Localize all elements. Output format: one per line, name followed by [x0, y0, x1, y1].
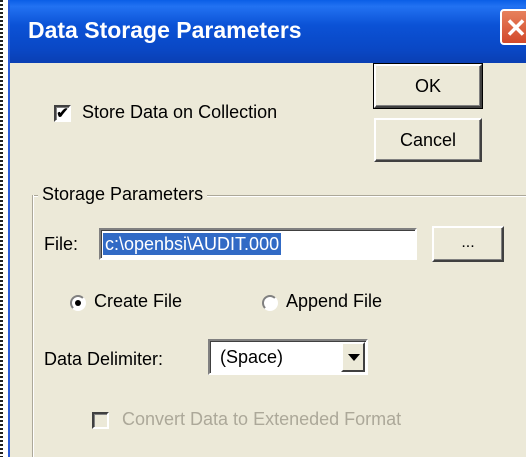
store-data-label: Store Data on Collection: [82, 102, 278, 122]
radio-selected-dot: [75, 300, 81, 306]
convert-format-checkbox: [92, 412, 109, 429]
cancel-button[interactable]: Cancel: [374, 118, 482, 162]
data-storage-dialog: Data Storage Parameters ✕ OK Cancel ✔ St…: [8, 0, 526, 457]
group-frame-left: [32, 195, 34, 457]
close-icon[interactable]: ✕: [500, 9, 526, 45]
data-delimiter-select[interactable]: (Space): [208, 339, 368, 375]
checkmark-icon: ✔: [56, 105, 69, 122]
dropdown-button[interactable]: [341, 342, 365, 372]
append-file-label: Append File: [286, 291, 383, 311]
ok-button[interactable]: OK: [373, 63, 483, 109]
title-bar[interactable]: Data Storage Parameters ✕: [10, 0, 526, 63]
background-dotted-edge: [0, 0, 3, 457]
create-file-label: Create File: [94, 291, 183, 311]
storage-parameters-group-title: Storage Parameters: [38, 184, 208, 205]
window-title: Data Storage Parameters: [28, 17, 302, 43]
store-data-checkbox[interactable]: ✔: [54, 105, 71, 122]
append-file-radio[interactable]: [262, 295, 278, 311]
file-path-value: c:\openbsi\AUDIT.000: [103, 233, 282, 255]
data-delimiter-label: Data Delimiter:: [44, 349, 164, 369]
file-path-input[interactable]: c:\openbsi\AUDIT.000: [99, 228, 417, 260]
create-file-radio[interactable]: [70, 295, 86, 311]
chevron-down-icon: [348, 354, 360, 361]
browse-button[interactable]: ...: [432, 226, 504, 262]
data-delimiter-value: (Space): [220, 347, 284, 367]
file-label: File:: [44, 234, 79, 254]
convert-format-label: Convert Data to Exteneded Format: [122, 409, 402, 429]
